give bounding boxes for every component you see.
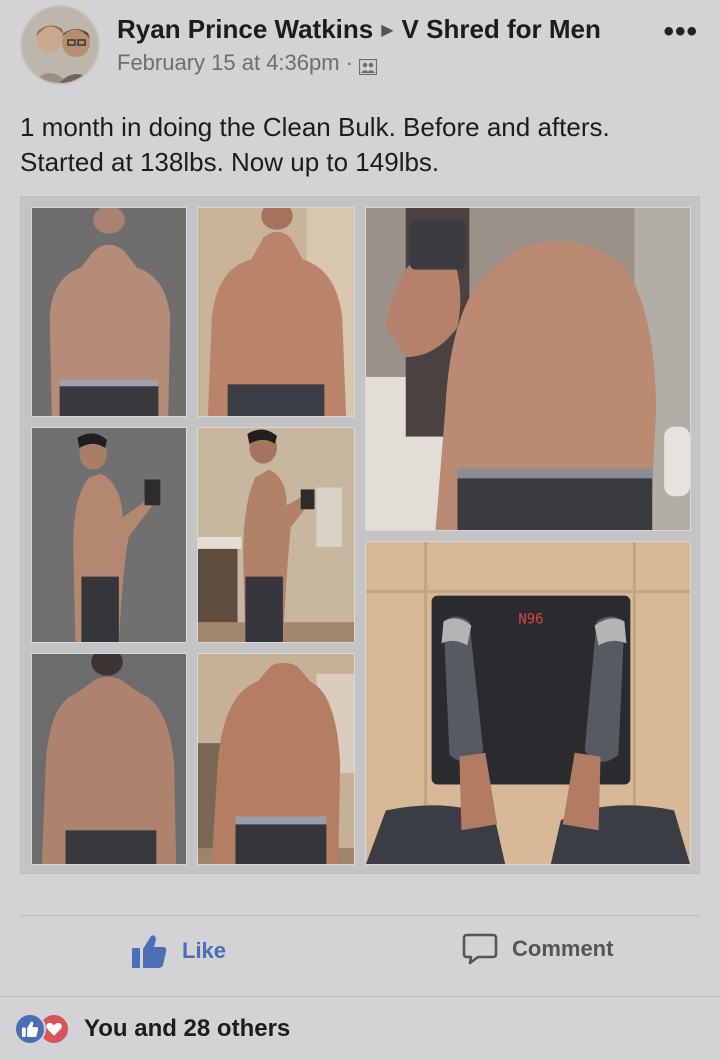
shared-to-arrow-icon: ▶: [381, 21, 394, 39]
scale-display-reading: N96: [518, 611, 543, 627]
caption-line: 1 month in doing the Clean Bulk. Before …: [20, 112, 610, 142]
photo-after-side[interactable]: [197, 427, 355, 643]
group-name[interactable]: V Shred for Men: [402, 14, 601, 45]
comment-label: Comment: [512, 936, 614, 961]
photo-before-side[interactable]: [31, 427, 187, 643]
photo-after-back[interactable]: [197, 653, 355, 865]
author-avatar[interactable]: [20, 5, 100, 85]
post-timestamp[interactable]: February 15 at 4:36pm: [117, 50, 340, 76]
photo-before-front[interactable]: [31, 207, 187, 417]
group-icon: [358, 55, 378, 76]
reactions-summary[interactable]: You and 28 others: [0, 996, 720, 1060]
actions-divider: [20, 915, 700, 916]
photo-collage: N96: [20, 196, 700, 874]
thumbs-up-icon: [14, 1012, 46, 1045]
author-name[interactable]: Ryan Prince Watkins: [117, 14, 373, 45]
post-meta: February 15 at 4:36pm ·: [117, 50, 378, 76]
comment-button[interactable]: Comment: [462, 932, 613, 966]
post-caption: 1 month in doing the Clean Bulk. Before …: [20, 110, 700, 180]
like-label: Like: [182, 938, 227, 963]
caption-line: Started at 138lbs. Now up to 149lbs.: [20, 147, 440, 177]
photo-after-front[interactable]: [197, 207, 355, 417]
photo-after-front-closeup[interactable]: [365, 207, 691, 531]
reactions-count-text[interactable]: You and 28 others: [84, 1015, 290, 1043]
photo-scale[interactable]: N96: [365, 541, 691, 865]
thumbs-up-icon: [132, 935, 167, 968]
meta-separator: ·: [345, 50, 353, 75]
more-options-button[interactable]: •••: [663, 17, 698, 47]
reaction-icons: [14, 1012, 70, 1045]
like-button[interactable]: Like: [130, 932, 226, 970]
comment-bubble-icon: [462, 933, 498, 965]
post: Ryan Prince Watkins ▶ V Shred for Men ••…: [0, 0, 720, 1060]
author-line: Ryan Prince Watkins ▶ V Shred for Men: [117, 14, 601, 45]
photo-before-back[interactable]: [31, 653, 187, 865]
